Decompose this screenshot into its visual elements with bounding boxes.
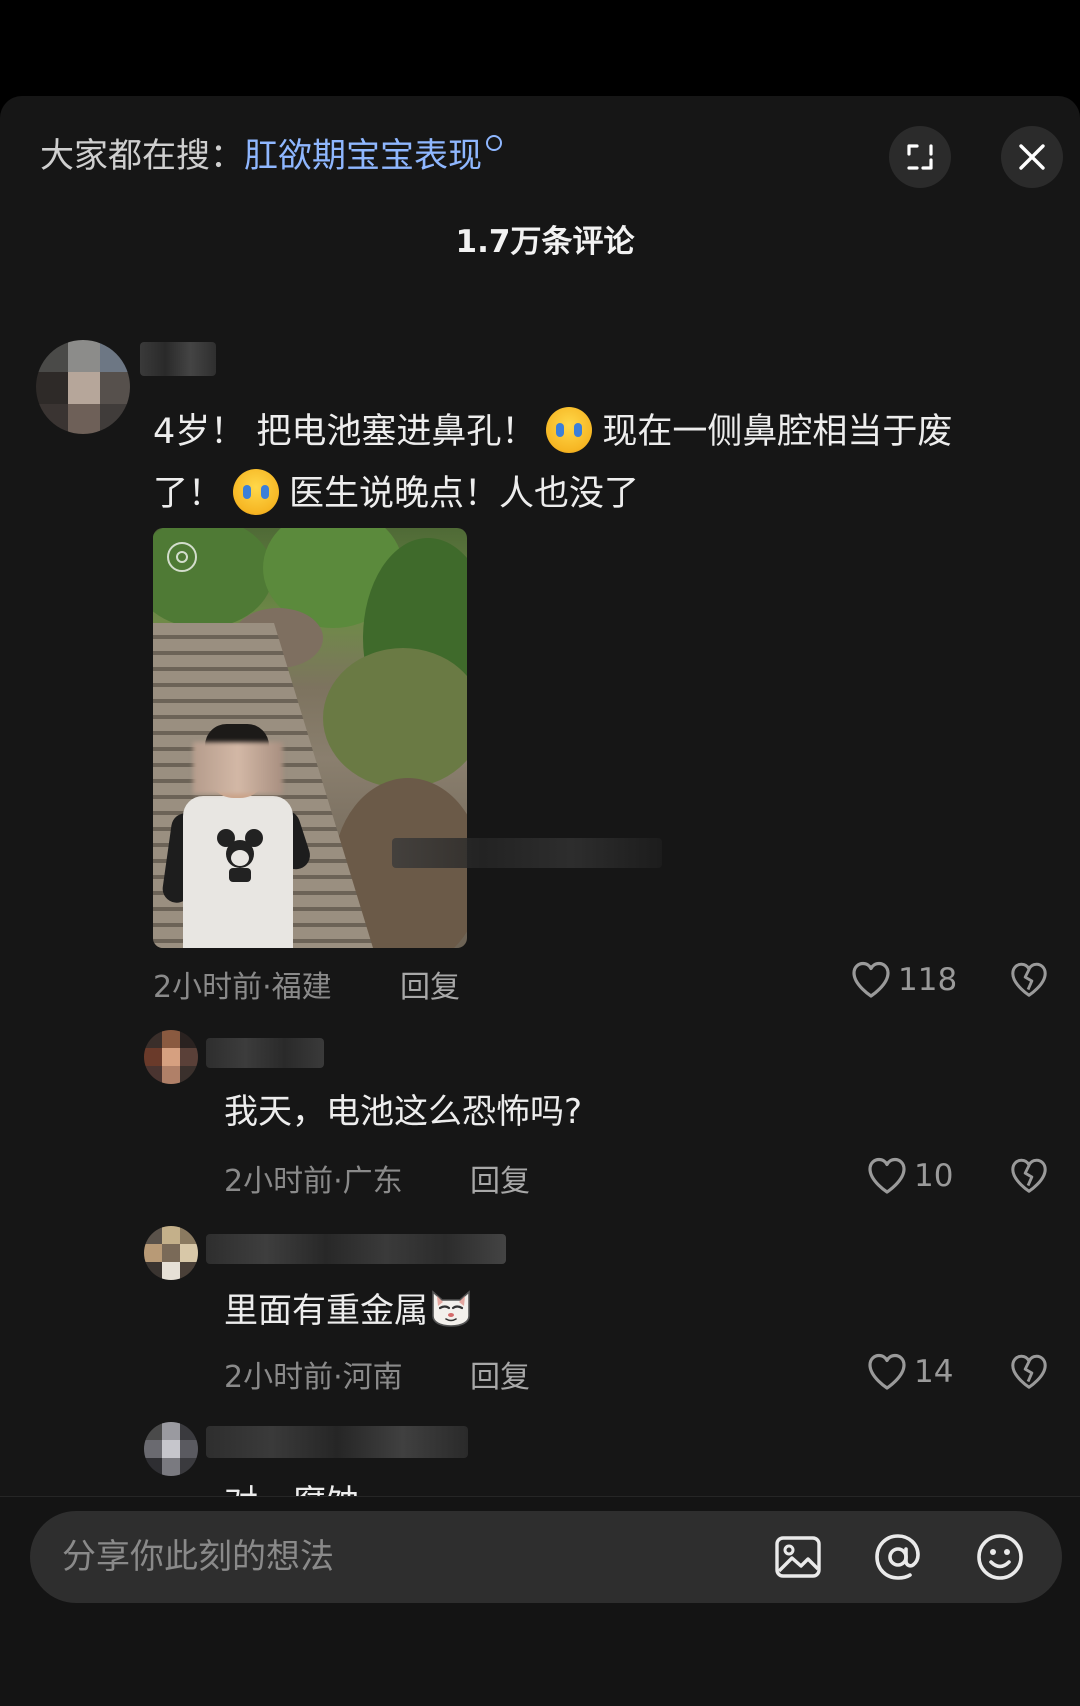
comment-text-part: 医生说晚点！人也没了 — [289, 474, 640, 514]
reply-text: 我天，电池这么恐怖吗? — [224, 1092, 583, 1132]
cat-face-icon — [432, 1290, 470, 1327]
avatar[interactable] — [144, 1226, 198, 1280]
comment-photo[interactable] — [153, 528, 467, 948]
comment-text-part: 现在一侧鼻腔相当于废 — [602, 412, 953, 452]
username-blurred[interactable] — [206, 1038, 324, 1068]
reply-button[interactable]: 回复 — [470, 1352, 530, 1396]
username-blurred[interactable] — [206, 1234, 506, 1264]
heart-icon — [868, 1353, 906, 1390]
reply-button[interactable]: 回复 — [470, 1156, 530, 1200]
comment-composer: 分享你此刻的想法 — [0, 1496, 1080, 1706]
reply-text: 里面有重金属 — [224, 1286, 474, 1333]
at-icon[interactable] — [872, 1531, 924, 1583]
loudly-crying-face-icon — [546, 407, 593, 453]
live-photo-icon — [167, 542, 197, 572]
comment-input[interactable]: 分享你此刻的想法 — [30, 1511, 1062, 1603]
comment-text-part: 了！ — [153, 474, 224, 514]
comment-text: 4岁！ 把电池塞进鼻孔！ 现在一侧鼻腔相当于废 了！ 医生说晚点！人也没了 — [153, 401, 1033, 525]
blurred-watermark — [392, 838, 662, 868]
like-button[interactable]: 118 — [850, 960, 957, 1000]
comment-list[interactable]: 4岁！ 把电池塞进鼻孔！ 现在一侧鼻腔相当于废 了！ 医生说晚点！人也没了 2小… — [0, 96, 1080, 1499]
image-icon[interactable] — [772, 1531, 824, 1583]
comment-input-placeholder: 分享你此刻的想法 — [62, 1537, 334, 1577]
comment-text-part: 4岁！ 把电池塞进鼻孔！ — [153, 412, 537, 452]
like-count: 118 — [898, 962, 958, 998]
avatar[interactable] — [36, 340, 130, 434]
comments-sheet: 大家都在搜：肛欲期宝宝表现 1.7万条评论 4岁！ 把电池塞进鼻孔！ 现在一侧鼻… — [0, 96, 1080, 1706]
username-blurred[interactable] — [140, 342, 216, 376]
avatar[interactable] — [144, 1030, 198, 1084]
dislike-icon[interactable] — [1009, 960, 1049, 1000]
reply-button[interactable]: 回复 — [400, 962, 460, 1006]
heart-icon — [852, 961, 890, 998]
reply-text-part: 里面有重金属 — [224, 1291, 428, 1331]
dislike-icon[interactable] — [1009, 1156, 1049, 1196]
heart-icon — [868, 1157, 906, 1194]
like-count: 10 — [914, 1158, 954, 1194]
reply-time-location: 2小时前·广东 — [224, 1164, 403, 1199]
pleading-face-icon — [233, 469, 280, 515]
like-count: 14 — [914, 1354, 954, 1390]
avatar[interactable] — [144, 1422, 198, 1476]
emoji-icon[interactable] — [974, 1531, 1026, 1583]
reply-time-location: 2小时前·河南 — [224, 1360, 403, 1395]
dislike-icon[interactable] — [1009, 1352, 1049, 1392]
comment-time-location: 2小时前·福建 — [153, 970, 332, 1005]
like-button[interactable]: 10 — [866, 1156, 953, 1196]
username-blurred[interactable] — [206, 1426, 468, 1458]
like-button[interactable]: 14 — [866, 1352, 953, 1392]
